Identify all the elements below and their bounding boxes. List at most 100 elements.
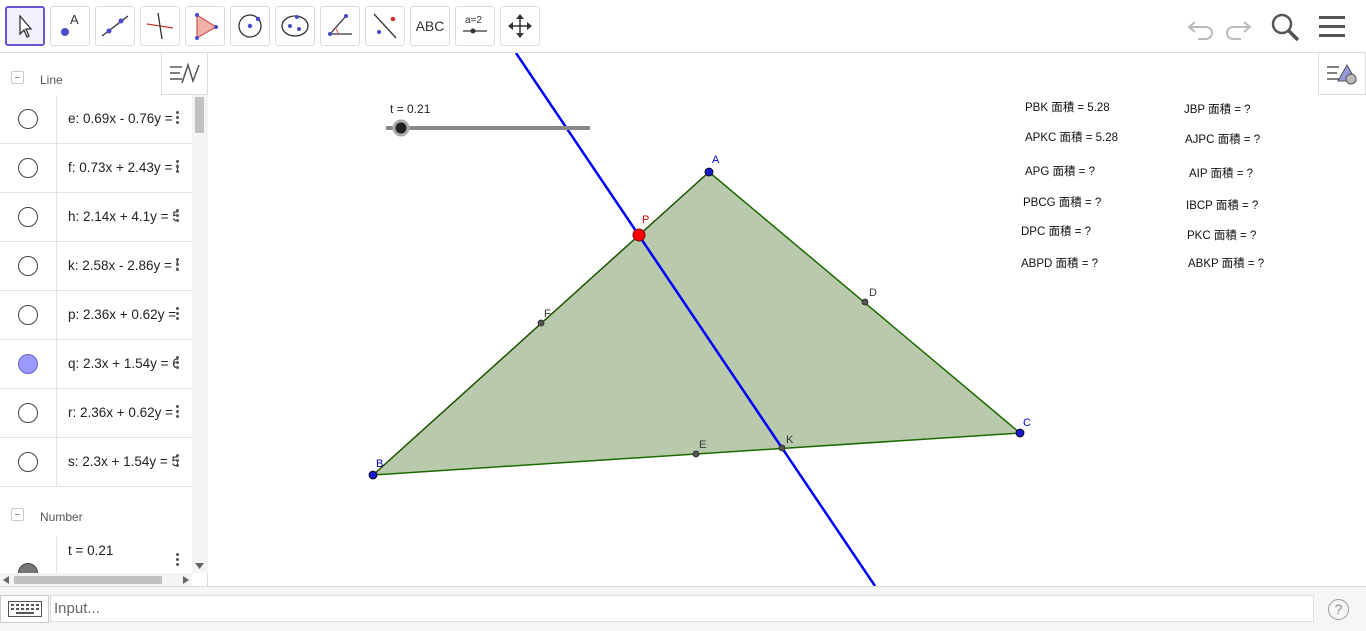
search-button[interactable] — [1268, 10, 1302, 44]
area-text[interactable]: PKC 面積 = ? — [1187, 228, 1256, 242]
point-f[interactable] — [537, 319, 545, 327]
reflect-tool-button[interactable] — [365, 6, 405, 46]
collapse-icon[interactable] — [11, 508, 24, 521]
svg-text:A: A — [70, 12, 79, 27]
more-options-icon[interactable] — [174, 305, 180, 325]
point-c[interactable] — [1015, 428, 1025, 438]
collapse-icon[interactable] — [11, 71, 24, 84]
algebra-expression[interactable]: r: 2.36x + 0.62y = 6 — [68, 405, 178, 420]
redo-button[interactable] — [1221, 10, 1255, 44]
point-tool-button[interactable]: A — [50, 6, 90, 46]
group-header-number[interactable]: Number — [0, 493, 192, 537]
more-options-icon[interactable] — [174, 403, 180, 423]
line-tool-button[interactable] — [95, 6, 135, 46]
more-options-icon[interactable] — [174, 256, 180, 276]
area-text[interactable]: JBP 面積 = ? — [1184, 102, 1251, 116]
area-text[interactable]: APG 面積 = ? — [1025, 164, 1095, 178]
scrollbar-thumb[interactable] — [14, 576, 162, 584]
more-options-icon[interactable] — [174, 207, 180, 227]
point-a[interactable] — [704, 167, 714, 177]
algebra-expression[interactable]: e: 0.69x - 0.76y = 1.5 — [68, 111, 178, 126]
more-options-icon[interactable] — [174, 158, 180, 178]
algebra-row[interactable]: e: 0.69x - 0.76y = 1.5 — [0, 95, 192, 144]
keyboard-icon — [7, 601, 42, 617]
visibility-toggle[interactable] — [18, 305, 38, 325]
search-icon — [1271, 13, 1300, 42]
scroll-right-icon[interactable] — [183, 576, 189, 584]
algebra-row[interactable]: s: 2.3x + 1.54y = 5.4 — [0, 438, 192, 487]
visibility-toggle[interactable] — [18, 207, 38, 227]
scroll-down-icon[interactable] — [195, 563, 204, 569]
area-text[interactable]: ABKP 面積 = ? — [1188, 256, 1264, 270]
move-view-tool-button[interactable] — [500, 6, 540, 46]
algebra-expression[interactable]: q: 2.3x + 1.54y = 6.4 — [68, 356, 178, 371]
algebra-horizontal-scrollbar[interactable] — [0, 573, 192, 586]
style-bar-icon — [1327, 63, 1357, 84]
style-bar-toggle-button[interactable] — [1318, 53, 1366, 95]
area-text[interactable]: PBK 面積 = 5.28 — [1025, 100, 1110, 114]
label-b: B — [376, 458, 383, 470]
algebra-vertical-scrollbar[interactable] — [192, 87, 208, 573]
angle-tool-button[interactable] — [320, 6, 360, 46]
algebra-expression[interactable]: p: 2.36x + 0.62y = 6 — [68, 307, 178, 322]
menu-button[interactable] — [1315, 10, 1349, 44]
slider-handle[interactable] — [392, 119, 410, 137]
visibility-toggle[interactable] — [18, 109, 38, 129]
undo-button[interactable] — [1184, 10, 1218, 44]
move-tool-button[interactable] — [5, 6, 45, 46]
area-text[interactable]: ABPD 面積 = ? — [1021, 256, 1098, 270]
algebra-row[interactable]: h: 2.14x + 4.1y = 5.4 — [0, 193, 192, 242]
point-p[interactable] — [632, 228, 646, 242]
conic-tool-button[interactable] — [275, 6, 315, 46]
visibility-toggle[interactable] — [18, 158, 38, 178]
more-options-icon[interactable] — [174, 354, 180, 374]
algebra-row[interactable]: f: 0.73x + 2.43y = 6 — [0, 144, 192, 193]
more-options-icon[interactable] — [174, 452, 180, 472]
graph-view-icon — [169, 62, 200, 83]
area-text[interactable]: IBCP 面積 = ? — [1186, 198, 1258, 212]
scrollbar-thumb[interactable] — [195, 97, 204, 133]
algebra-style-toggle-button[interactable] — [161, 53, 208, 95]
visibility-toggle[interactable] — [18, 256, 38, 276]
visibility-toggle[interactable] — [18, 452, 38, 472]
algebra-row[interactable]: r: 2.36x + 0.62y = 6 — [0, 389, 192, 438]
point-d[interactable] — [861, 298, 869, 306]
area-text[interactable]: DPC 面積 = ? — [1021, 224, 1091, 238]
point-b[interactable] — [368, 470, 378, 480]
algebra-expression[interactable]: s: 2.3x + 1.54y = 5.4 — [68, 454, 178, 469]
point-k[interactable] — [778, 444, 786, 452]
input-bar: ? — [0, 586, 1366, 631]
algebra-row[interactable]: p: 2.36x + 0.62y = 6 — [0, 291, 192, 340]
algebra-expression[interactable]: k: 2.58x - 2.86y = 5.1 — [68, 258, 178, 273]
graphics-view[interactable]: t = 0.21 A B C P K E F D PBK 面積 = 5.28 A… — [215, 53, 1366, 586]
algebra-row[interactable]: k: 2.58x - 2.86y = 5.1 — [0, 242, 192, 291]
algebra-expression[interactable]: t = 0.21 — [68, 543, 178, 558]
visibility-toggle[interactable] — [18, 354, 38, 374]
perpendicular-tool-button[interactable] — [140, 6, 180, 46]
input-field[interactable] — [50, 595, 1314, 622]
triangle-abc[interactable] — [373, 172, 1020, 475]
circle-tool-button[interactable] — [230, 6, 270, 46]
text-tool-button[interactable]: ABC — [410, 6, 450, 46]
visibility-toggle[interactable] — [18, 403, 38, 423]
algebra-row[interactable]: q: 2.3x + 1.54y = 6.4 — [0, 340, 192, 389]
help-button[interactable]: ? — [1328, 599, 1349, 620]
scroll-left-icon[interactable] — [3, 576, 9, 584]
slider-tool-button[interactable]: a=2 — [455, 6, 495, 46]
polygon-tool-button[interactable] — [185, 6, 225, 46]
area-text[interactable]: AJPC 面積 = ? — [1185, 132, 1260, 146]
undo-icon — [1187, 21, 1213, 40]
area-text[interactable]: PBCG 面積 = ? — [1023, 195, 1101, 209]
keyboard-button[interactable] — [0, 595, 49, 623]
group-label: Number — [40, 510, 83, 524]
redo-icon — [1226, 21, 1252, 40]
area-text[interactable]: APKC 面積 = 5.28 — [1025, 130, 1118, 144]
algebra-expression[interactable]: h: 2.14x + 4.1y = 5.4 — [68, 209, 178, 224]
label-e: E — [699, 439, 706, 451]
conic-icon — [281, 15, 309, 37]
more-options-icon[interactable] — [174, 551, 180, 571]
more-options-icon[interactable] — [174, 109, 180, 129]
algebra-expression[interactable]: f: 0.73x + 2.43y = 6 — [68, 160, 178, 175]
area-text[interactable]: AIP 面積 = ? — [1189, 166, 1253, 180]
point-e[interactable] — [692, 450, 700, 458]
